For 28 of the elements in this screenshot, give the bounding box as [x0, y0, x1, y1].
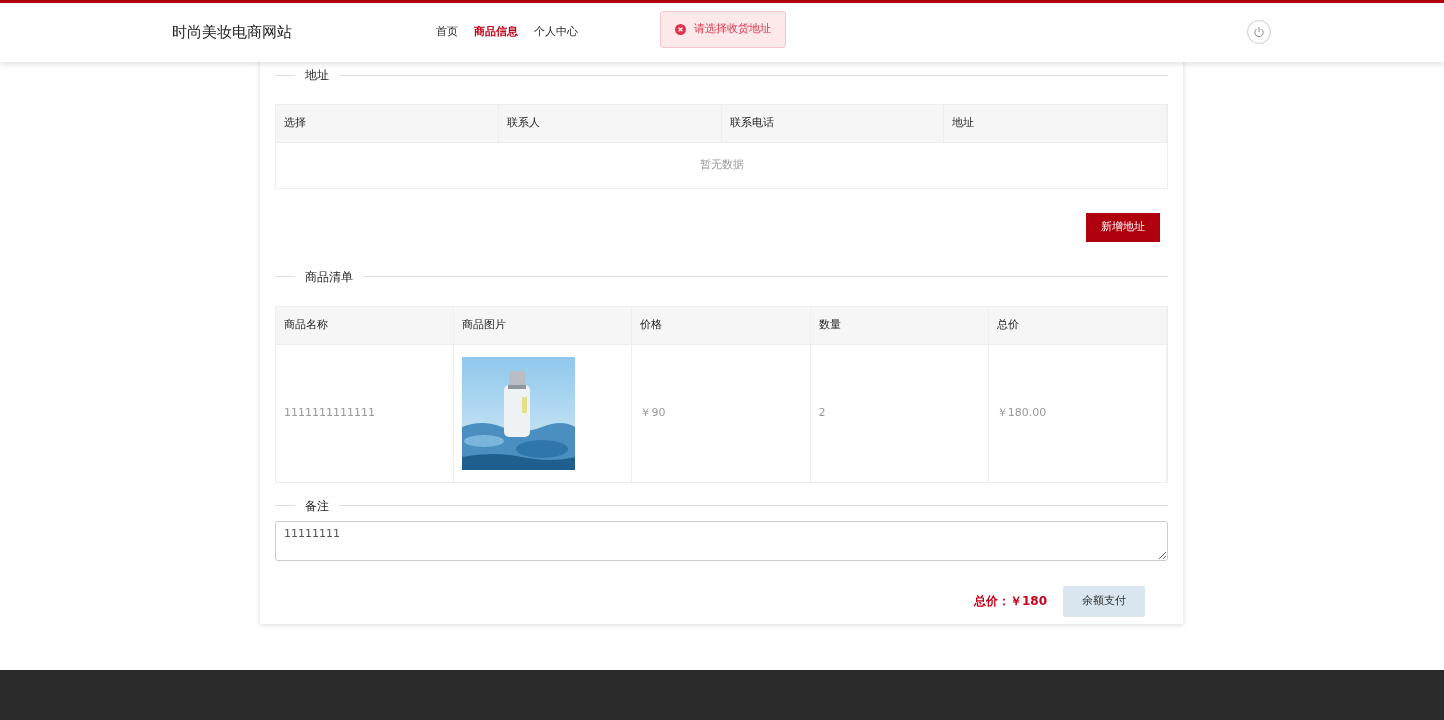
- empty-message: 暂无数据: [699, 157, 744, 174]
- remark-field[interactable]: 11111111: [275, 520, 1168, 561]
- column-header: 选择: [276, 105, 499, 142]
- pay-button[interactable]: 余额支付: [1063, 586, 1145, 617]
- section-title: 地址: [305, 67, 329, 84]
- table-cell: 1111111111111: [276, 344, 455, 482]
- nav-link[interactable]: 首页: [436, 24, 458, 41]
- power-icon: [1253, 26, 1265, 38]
- table-cell: ￥180.00: [988, 344, 1167, 482]
- nav-link[interactable]: 商品信息: [474, 24, 518, 41]
- column-header: 价格: [632, 306, 811, 344]
- total-price: 总价：￥180: [973, 593, 1047, 611]
- site-title: 时尚美妆电商网站: [172, 22, 293, 44]
- section-title: 备注: [305, 497, 329, 515]
- column-header: 数量: [810, 306, 989, 344]
- nav-link[interactable]: 个人中心: [534, 24, 578, 41]
- table-cell: 2: [810, 344, 989, 482]
- toast-message: 请选择收货地址: [694, 21, 771, 37]
- table-cell: ￥90: [632, 344, 811, 482]
- column-header: 联系电话: [721, 105, 945, 142]
- column-header: 商品名称: [276, 306, 455, 344]
- section-title: 商品清单: [305, 268, 353, 286]
- column-header: 总价: [988, 306, 1167, 344]
- column-header: 联系人: [498, 105, 722, 142]
- add-address-button[interactable]: 新增地址: [1086, 213, 1160, 242]
- column-header: 商品图片: [454, 306, 633, 344]
- error-icon: [675, 23, 686, 35]
- column-header: 地址: [944, 105, 1167, 142]
